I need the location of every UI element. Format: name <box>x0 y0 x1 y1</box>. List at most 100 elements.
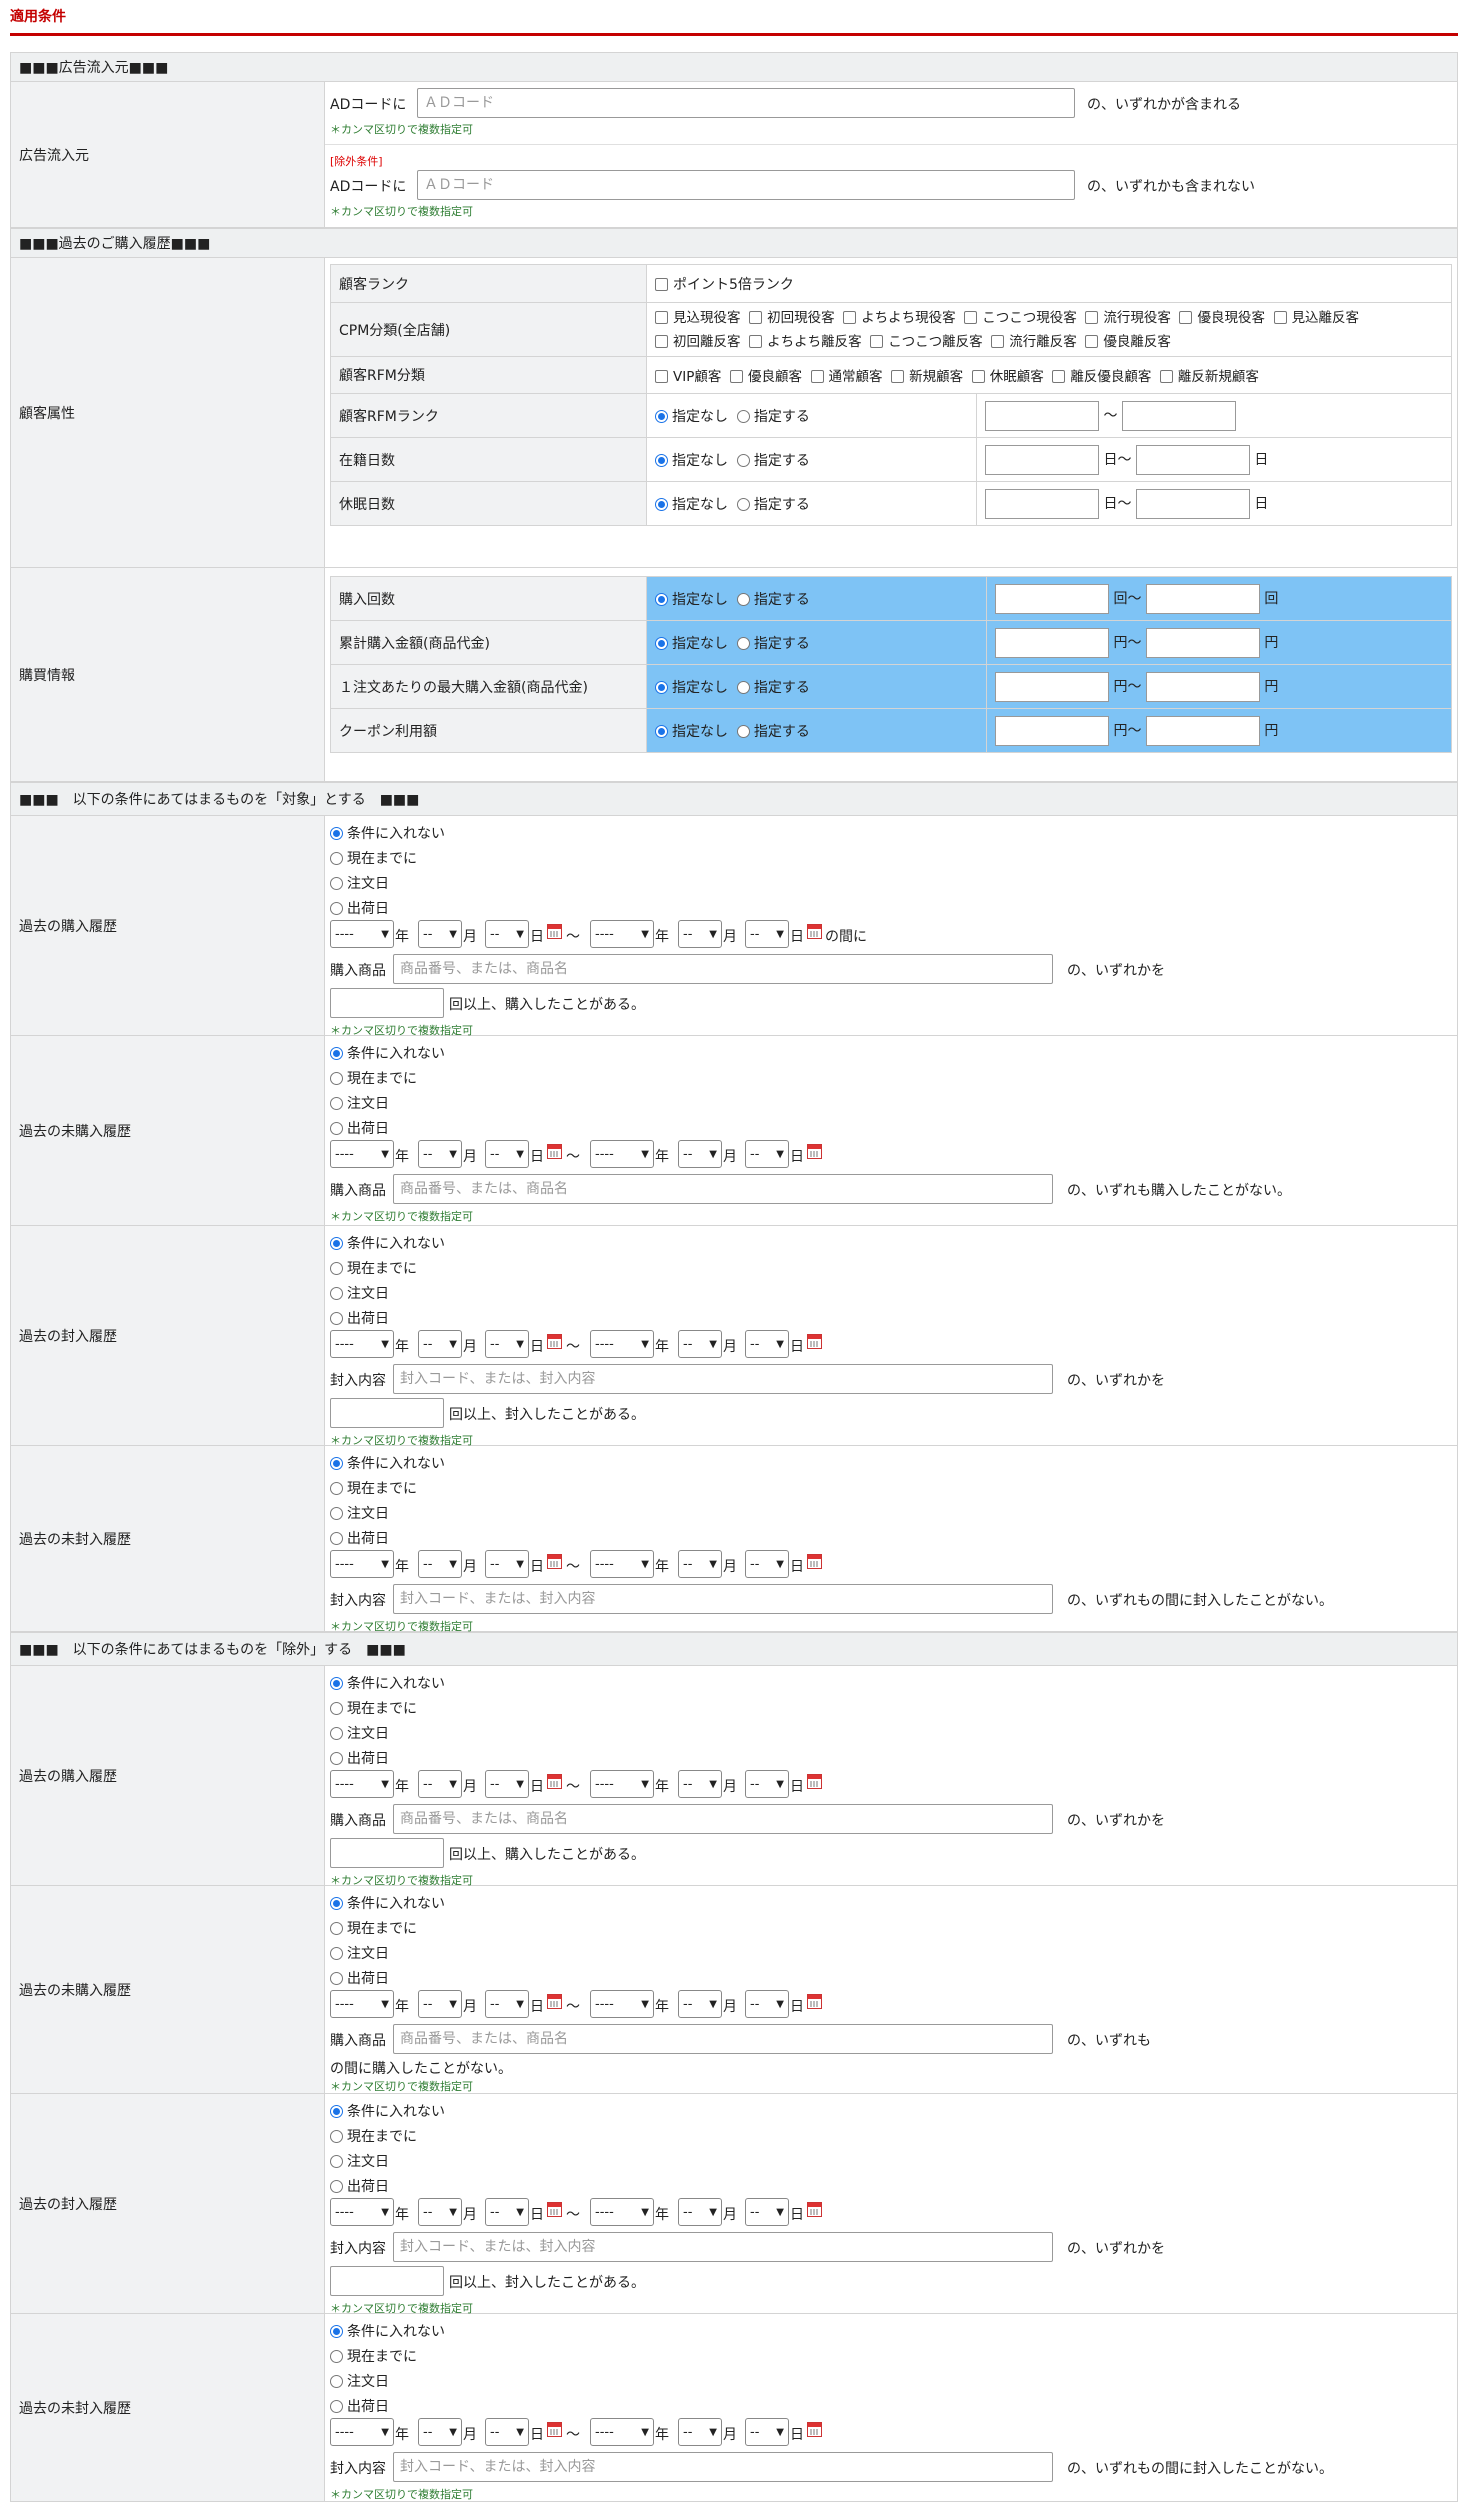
date-select[interactable]: -- ▼ <box>418 1990 462 2018</box>
date-type-radio[interactable]: 現在までに <box>330 1478 417 1498</box>
date-select[interactable]: -- ▼ <box>745 1550 789 1578</box>
rfm-option[interactable]: 優良顧客 <box>729 369 802 385</box>
date-select[interactable]: ---- ▼ <box>330 1990 394 2018</box>
date-type-radio[interactable]: 条件に入れない <box>330 1453 445 1473</box>
radio-specify[interactable]: 指定する <box>736 680 810 696</box>
date-select[interactable]: -- ▼ <box>485 1990 529 2018</box>
date-type-radio[interactable]: 出荷日 <box>330 1968 389 1988</box>
range-from-input[interactable] <box>995 583 1109 614</box>
date-select[interactable]: ---- ▼ <box>330 1770 394 1798</box>
times-input[interactable] <box>330 1398 444 1428</box>
item-input[interactable] <box>393 2024 1053 2054</box>
radio-specify[interactable]: 指定する <box>736 453 810 469</box>
date-type-radio[interactable]: 条件に入れない <box>330 1673 445 1693</box>
date-select[interactable]: ---- ▼ <box>590 1140 654 1168</box>
date-select[interactable]: -- ▼ <box>485 2198 529 2226</box>
calendar-icon[interactable] <box>807 1144 822 1159</box>
date-type-radio[interactable]: 注文日 <box>330 1723 389 1743</box>
radio-none[interactable]: 指定なし <box>655 724 728 740</box>
cpm-option[interactable]: 見込離反客 <box>1273 310 1359 326</box>
date-type-radio[interactable]: 現在までに <box>330 2346 417 2366</box>
rfm-rank-to-input[interactable] <box>1121 400 1236 431</box>
rfm-option[interactable]: VIP顧客 <box>655 369 721 385</box>
date-select[interactable]: -- ▼ <box>678 1330 722 1358</box>
item-input[interactable] <box>393 1364 1053 1394</box>
rfm-option[interactable]: 離反新規顧客 <box>1159 369 1259 385</box>
date-type-radio[interactable]: 出荷日 <box>330 1118 389 1138</box>
calendar-icon[interactable] <box>547 2202 562 2217</box>
radio-none[interactable]: 指定なし <box>655 680 728 696</box>
times-input[interactable] <box>330 988 444 1018</box>
date-select[interactable]: -- ▼ <box>678 2418 722 2446</box>
tenure-from-input[interactable] <box>985 444 1099 475</box>
radio-none[interactable]: 指定なし <box>655 409 728 425</box>
date-type-radio[interactable]: 条件に入れない <box>330 1893 445 1913</box>
ad-code-include-input[interactable] <box>417 88 1075 118</box>
date-type-radio[interactable]: 出荷日 <box>330 2396 389 2416</box>
radio-specify[interactable]: 指定する <box>736 724 810 740</box>
date-select[interactable]: -- ▼ <box>418 1330 462 1358</box>
radio-specify[interactable]: 指定する <box>736 409 810 425</box>
date-select[interactable]: ---- ▼ <box>330 2418 394 2446</box>
date-type-radio[interactable]: 条件に入れない <box>330 1043 445 1063</box>
date-select[interactable]: -- ▼ <box>745 920 789 948</box>
calendar-icon[interactable] <box>547 924 562 939</box>
rfm-option[interactable]: 休眠顧客 <box>971 369 1044 385</box>
range-from-input[interactable] <box>995 627 1109 658</box>
radio-none[interactable]: 指定なし <box>655 497 728 513</box>
range-to-input[interactable] <box>1145 627 1260 658</box>
date-select[interactable]: ---- ▼ <box>330 1140 394 1168</box>
date-select[interactable]: ---- ▼ <box>590 920 654 948</box>
rfm-option[interactable]: 離反優良顧客 <box>1052 369 1151 385</box>
date-select[interactable]: -- ▼ <box>485 2418 529 2446</box>
date-select[interactable]: -- ▼ <box>678 920 722 948</box>
date-select[interactable]: -- ▼ <box>418 920 462 948</box>
range-to-input[interactable] <box>1145 583 1260 614</box>
date-select[interactable]: -- ▼ <box>678 2198 722 2226</box>
date-select[interactable]: ---- ▼ <box>330 920 394 948</box>
date-select[interactable]: ---- ▼ <box>590 1770 654 1798</box>
date-type-radio[interactable]: 出荷日 <box>330 1748 389 1768</box>
calendar-icon[interactable] <box>807 1774 822 1789</box>
date-select[interactable]: -- ▼ <box>745 1990 789 2018</box>
date-select[interactable]: -- ▼ <box>678 1140 722 1168</box>
cpm-option[interactable]: 初回現役客 <box>749 310 835 326</box>
dormant-to-input[interactable] <box>1135 488 1250 519</box>
date-select[interactable]: -- ▼ <box>745 2198 789 2226</box>
date-select[interactable]: -- ▼ <box>418 1550 462 1578</box>
rank-checkbox[interactable] <box>655 277 668 291</box>
calendar-icon[interactable] <box>547 1774 562 1789</box>
date-select[interactable]: -- ▼ <box>745 1330 789 1358</box>
calendar-icon[interactable] <box>807 2202 822 2217</box>
date-type-radio[interactable]: 注文日 <box>330 873 389 893</box>
date-select[interactable]: ---- ▼ <box>590 1990 654 2018</box>
radio-specify[interactable]: 指定する <box>736 592 810 608</box>
date-select[interactable]: ---- ▼ <box>330 1330 394 1358</box>
cpm-option[interactable]: こつこつ離反客 <box>870 334 983 350</box>
range-from-input[interactable] <box>995 715 1109 746</box>
date-type-radio[interactable]: 注文日 <box>330 1093 389 1113</box>
date-type-radio[interactable]: 現在までに <box>330 1258 417 1278</box>
date-type-radio[interactable]: 現在までに <box>330 2126 417 2146</box>
date-select[interactable]: -- ▼ <box>745 1140 789 1168</box>
cpm-option[interactable]: 見込現役客 <box>655 310 741 326</box>
date-type-radio[interactable]: 現在までに <box>330 1068 417 1088</box>
date-type-radio[interactable]: 出荷日 <box>330 1528 389 1548</box>
date-select[interactable]: -- ▼ <box>678 1770 722 1798</box>
date-type-radio[interactable]: 出荷日 <box>330 898 389 918</box>
date-select[interactable]: ---- ▼ <box>590 1550 654 1578</box>
cpm-option[interactable]: 優良現役客 <box>1179 310 1265 326</box>
range-from-input[interactable] <box>995 671 1109 702</box>
item-input[interactable] <box>393 1174 1053 1204</box>
range-to-input[interactable] <box>1145 715 1260 746</box>
calendar-icon[interactable] <box>807 2422 822 2437</box>
date-select[interactable]: -- ▼ <box>485 1140 529 1168</box>
cpm-option[interactable]: こつこつ現役客 <box>964 310 1077 326</box>
date-type-radio[interactable]: 現在までに <box>330 1918 417 1938</box>
date-select[interactable]: -- ▼ <box>418 1770 462 1798</box>
calendar-icon[interactable] <box>547 1554 562 1569</box>
rfm-option[interactable]: 新規顧客 <box>891 369 963 385</box>
date-select[interactable]: -- ▼ <box>678 1990 722 2018</box>
date-select[interactable]: ---- ▼ <box>330 2198 394 2226</box>
item-input[interactable] <box>393 1804 1053 1834</box>
